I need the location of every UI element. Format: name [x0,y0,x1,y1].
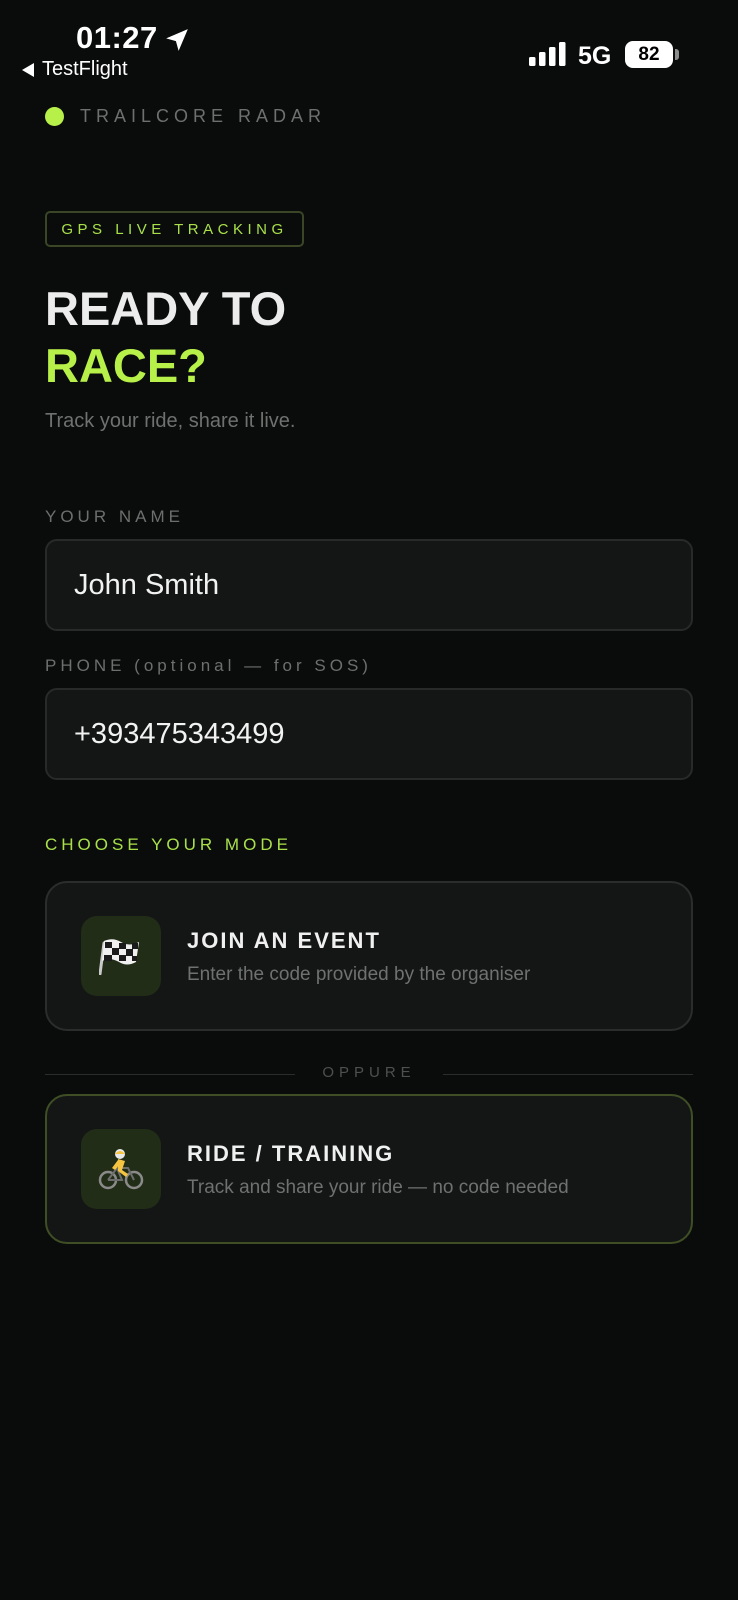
cyclist-icon [81,1129,161,1209]
cyclist-glyph [98,1149,144,1190]
subtitle: Track your ride, share it live. [45,410,296,432]
location-arrow-icon [166,29,188,51]
status-bar: 01:27 TestFlight 5G 82 [0,0,738,90]
or-divider: OPPURE [45,1064,693,1084]
screen: 01:27 TestFlight 5G 82 TRAILCORE RADAR G… [0,0,738,1600]
join-event-title: JOIN AN EVENT [187,928,381,953]
ride-training-title: RIDE / TRAINING [187,1141,395,1166]
back-arrow-icon [22,62,34,77]
ride-training-desc: Track and share your ride — no code need… [187,1177,569,1198]
mode-section-label: CHOOSE YOUR MODE [45,835,292,854]
brand: TRAILCORE RADAR [45,106,326,127]
back-app-label: TestFlight [42,58,128,80]
checkered-flag-icon [81,916,161,996]
phone-value: +393475343499 [74,717,285,750]
checkered-flag-glyph [99,939,139,975]
battery-level: 82 [638,43,660,65]
back-to-testflight-button[interactable]: TestFlight [22,58,128,81]
gps-badge: GPS LIVE TRACKING [45,211,304,247]
live-dot-icon [45,107,64,126]
name-field[interactable]: John Smith [45,539,693,631]
page-title: READY TO RACE? [45,280,286,394]
title-line-1: READY TO [45,282,287,335]
name-label: YOUR NAME [45,507,184,526]
divider-line-right [443,1074,693,1075]
battery-icon: 82 [625,41,673,68]
divider-text: OPPURE [322,1064,416,1081]
cellular-signal-icon [529,42,566,66]
ride-training-card[interactable]: RIDE / TRAINING Track and share your rid… [45,1094,693,1244]
join-event-card[interactable]: JOIN AN EVENT Enter the code provided by… [45,881,693,1031]
title-line-2: RACE? [45,339,207,392]
phone-field[interactable]: +393475343499 [45,688,693,780]
phone-label: PHONE (optional — for SOS) [45,656,372,675]
network-type: 5G [578,42,612,70]
name-value: John Smith [74,568,220,601]
join-event-desc: Enter the code provided by the organiser [187,964,531,985]
battery-cap [675,49,679,60]
brand-name: TRAILCORE RADAR [80,106,327,126]
status-time: 01:27 [76,20,158,55]
